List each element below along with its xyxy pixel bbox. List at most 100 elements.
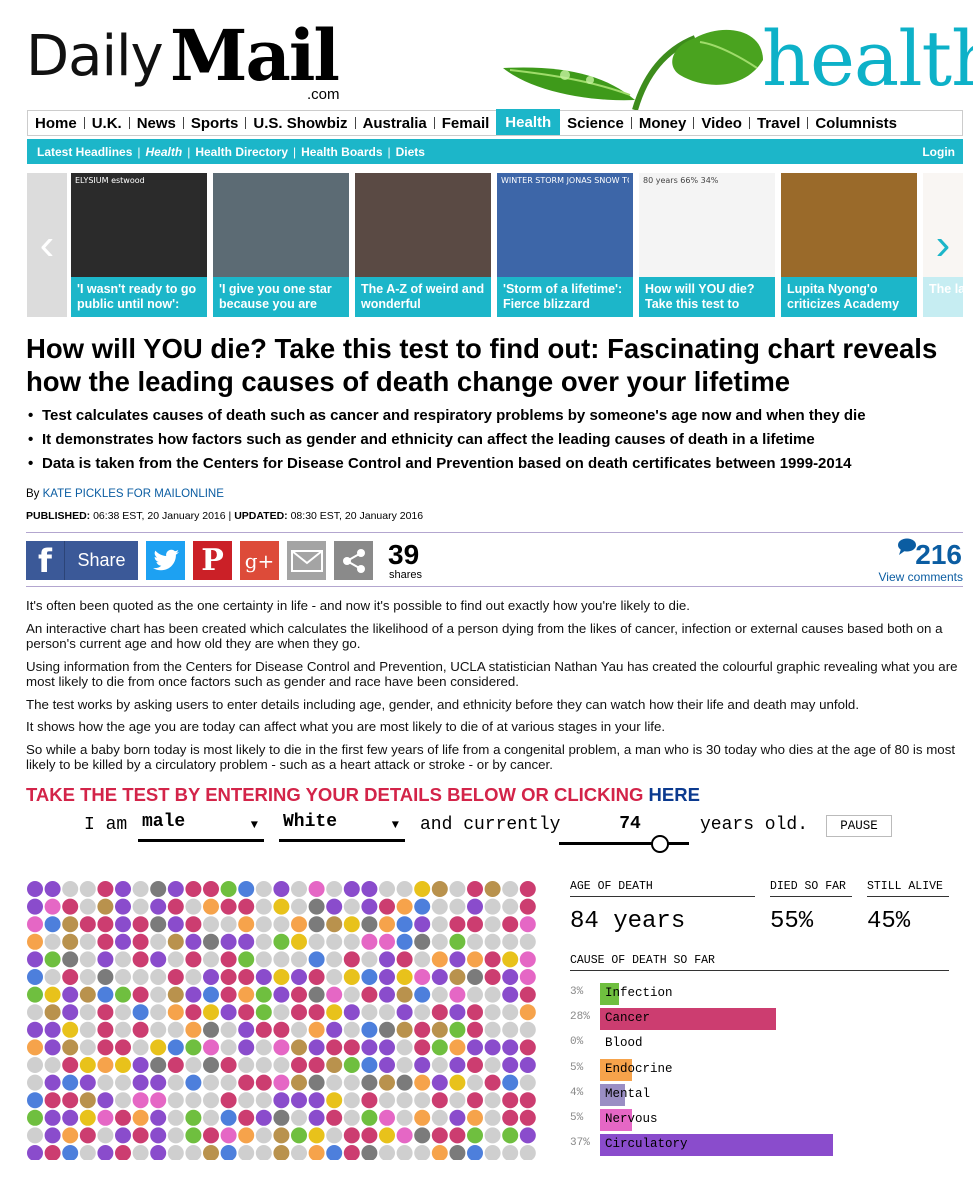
simulation-dot — [519, 1145, 536, 1160]
more-share-button[interactable] — [334, 541, 373, 580]
author-link[interactable]: KATE PICKLES FOR MAILONLINE — [43, 488, 224, 500]
simulation-dot — [361, 1074, 378, 1091]
nav-item-travel[interactable]: Travel — [750, 111, 807, 135]
simulation-dot — [414, 1004, 431, 1021]
view-comments-link[interactable]: View comments — [879, 570, 963, 584]
simulation-dot — [273, 986, 290, 1003]
nav-item-australia[interactable]: Australia — [356, 111, 434, 135]
simulation-dot — [273, 898, 290, 915]
nav-item-health[interactable]: Health — [496, 109, 561, 135]
cause-percent: 28% — [570, 1011, 590, 1024]
simulation-dot — [255, 986, 272, 1003]
still-alive-value: 45% — [867, 908, 911, 935]
carousel-item[interactable]: WINTER STORM JONAS SNOW TOTAL FORECAST 'S… — [497, 173, 633, 317]
simulation-dot — [27, 881, 43, 897]
cause-of-death-label: CAUSE OF DEATH SO FAR — [570, 954, 949, 971]
simulation-dot — [62, 1004, 79, 1021]
simulation-dot — [308, 969, 325, 985]
simulation-dot — [396, 951, 413, 968]
simulation-dot — [220, 1127, 237, 1144]
carousel-item[interactable]: The A-Z of weird and wonderful — [355, 173, 491, 317]
subnav-item-latest-headlines[interactable]: Latest Headlines — [32, 145, 137, 159]
subnav-item-health-directory[interactable]: Health Directory — [190, 145, 293, 159]
simulation-dot — [27, 916, 43, 933]
email-share-button[interactable] — [287, 541, 326, 580]
simulation-dot — [396, 916, 413, 933]
simulation-dot — [203, 1109, 219, 1126]
simulation-dot — [44, 933, 61, 950]
simulation-dot — [467, 1021, 483, 1038]
simulation-dot — [449, 1145, 466, 1160]
simulation-dot — [185, 1004, 202, 1021]
nav-item-money[interactable]: Money — [632, 111, 694, 135]
twitter-share-button[interactable] — [146, 541, 185, 580]
nav-item-news[interactable]: News — [130, 111, 183, 135]
cta-here-link[interactable]: HERE — [649, 784, 700, 805]
simulation-dot — [291, 951, 307, 968]
nav-item-sports[interactable]: Sports — [184, 111, 246, 135]
carousel-item[interactable]: ELYSIUM estwood 'I wasn't ready to go pub… — [71, 173, 207, 317]
subnav-item-diets[interactable]: Diets — [391, 145, 430, 159]
carousel-thumbnail: 80 years 66% 34% — [639, 173, 775, 277]
simulation-dot — [396, 1004, 413, 1021]
simulation-dot — [396, 1127, 413, 1144]
carousel-item[interactable]: Lupita Nyong'o criticizes Academy — [781, 173, 917, 317]
simulation-dot-grid — [27, 881, 536, 1160]
comment-count[interactable]: 216 — [897, 538, 962, 571]
carousel-caption: 'I give you one star because you are — [213, 277, 349, 317]
logo-mail[interactable]: Mail — [170, 14, 340, 97]
simulation-dot — [484, 1145, 501, 1160]
age-slider-handle[interactable] — [651, 835, 669, 853]
nav-item-science[interactable]: Science — [560, 111, 631, 135]
simulation-dot — [62, 916, 79, 933]
simulation-dot — [449, 881, 466, 897]
simulation-dot — [361, 1021, 378, 1038]
simulation-dot — [238, 1074, 255, 1091]
pinterest-share-button[interactable]: P — [193, 541, 232, 580]
simulation-dot — [502, 951, 519, 968]
subnav-item-health[interactable]: Health — [141, 145, 188, 159]
related-carousel: ‹ ELYSIUM estwood 'I wasn't ready to go pu… — [27, 173, 963, 317]
logo-daily[interactable]: Daily — [26, 24, 164, 89]
simulation-dot — [519, 933, 536, 950]
login-link[interactable]: Login — [922, 145, 955, 159]
simulation-dot — [326, 898, 343, 915]
nav-item-home[interactable]: Home — [28, 111, 84, 135]
nav-item-video[interactable]: Video — [694, 111, 749, 135]
nav-item-femail[interactable]: Femail — [435, 111, 497, 135]
gender-select[interactable]: male ▼ — [138, 812, 264, 842]
email-icon — [290, 549, 323, 572]
cause-percent: 0% — [570, 1036, 584, 1049]
pause-button[interactable]: PAUSE — [826, 815, 892, 837]
nav-item-u-k[interactable]: U.K. — [85, 111, 129, 135]
simulation-dot — [449, 933, 466, 950]
race-select[interactable]: White ▼ — [279, 812, 405, 842]
carousel-item[interactable]: 80 years 66% 34% How will YOU die? Take t… — [639, 173, 775, 317]
nav-item-columnists[interactable]: Columnists — [808, 111, 904, 135]
simulation-dot — [27, 1109, 43, 1126]
carousel-prev-arrow-icon[interactable]: ‹ — [27, 173, 67, 317]
simulation-dot — [150, 916, 167, 933]
simulation-dot — [519, 1021, 536, 1038]
simulation-dot — [97, 1109, 114, 1126]
cause-name: Infection — [605, 986, 673, 1000]
simulation-dot — [291, 898, 307, 915]
simulation-dot — [308, 1145, 325, 1160]
carousel-item[interactable]: 'I give you one star because you are — [213, 173, 349, 317]
age-slider-track[interactable] — [559, 842, 689, 845]
simulation-dot — [502, 1109, 519, 1126]
carousel-next-arrow-icon[interactable]: › — [923, 173, 963, 317]
simulation-dot — [502, 1004, 519, 1021]
subnav-item-health-boards[interactable]: Health Boards — [296, 145, 387, 159]
facebook-share-button[interactable]: f Share — [26, 541, 138, 580]
simulation-dot — [150, 1127, 167, 1144]
google-plus-share-button[interactable]: g+ — [240, 541, 279, 580]
simulation-dot — [238, 898, 255, 915]
simulation-dot — [79, 881, 96, 897]
nav-item-u-s-showbiz[interactable]: U.S. Showbiz — [246, 111, 354, 135]
simulation-dot — [167, 986, 184, 1003]
publish-info: PUBLISHED: 06:38 EST, 20 January 2016 | … — [26, 510, 423, 522]
article-headline: How will YOU die? Take this test to find… — [26, 333, 938, 397]
simulation-dot — [291, 986, 307, 1003]
cause-bar-row: 4% Mental — [570, 1083, 960, 1106]
